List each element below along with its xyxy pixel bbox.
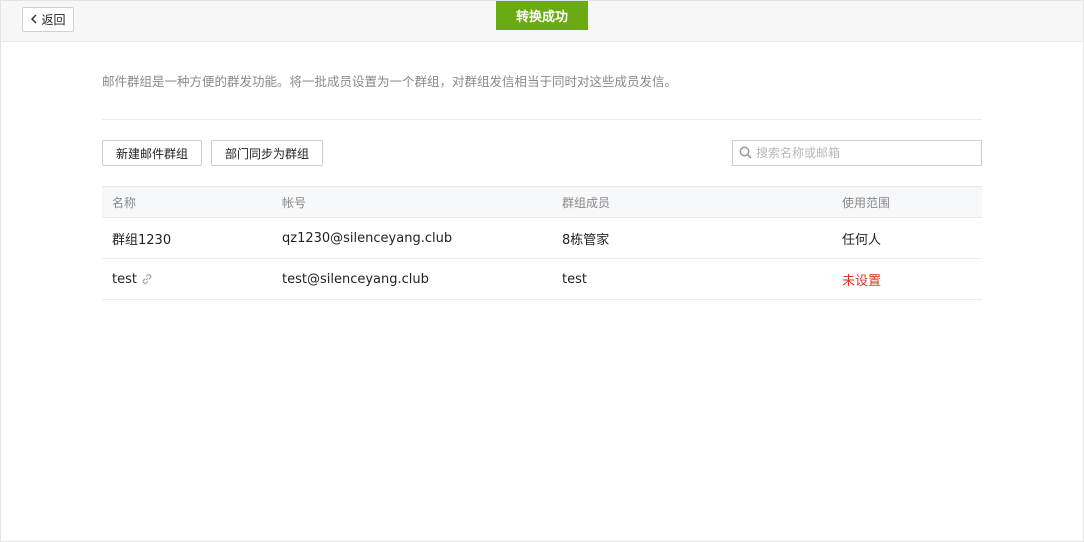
table-row[interactable]: test test@silenceyang.club test 未设置 xyxy=(102,259,982,300)
table-row[interactable]: 群组1230 qz1230@silenceyang.club 8栋管家 任何人 xyxy=(102,218,982,259)
group-name: 群组1230 xyxy=(112,232,172,248)
success-toast: 转换成功 xyxy=(496,1,588,30)
table-header: 名称 帐号 群组成员 使用范围 xyxy=(102,186,982,218)
chevron-left-icon xyxy=(30,13,38,26)
new-group-button[interactable]: 新建邮件群组 xyxy=(102,140,202,166)
search-box xyxy=(732,140,982,166)
group-scope: 未设置 xyxy=(842,273,882,289)
back-button[interactable]: 返回 xyxy=(22,7,74,32)
link-icon xyxy=(141,273,153,285)
intro-text: 邮件群组是一种方便的群发功能。将一批成员设置为一个群组，对群组发信相当于同时对这… xyxy=(102,74,678,89)
group-name: test xyxy=(112,271,137,287)
group-members: test xyxy=(562,271,587,287)
column-header-account: 帐号 xyxy=(282,195,307,210)
group-name-cell: test xyxy=(112,259,153,299)
top-bar: 返回 转换成功 xyxy=(1,1,1083,42)
back-label: 返回 xyxy=(41,13,66,27)
sync-department-button[interactable]: 部门同步为群组 xyxy=(211,140,323,166)
group-account: qz1230@silenceyang.club xyxy=(282,230,453,246)
group-members: 8栋管家 xyxy=(562,232,610,248)
group-account: test@silenceyang.club xyxy=(282,271,429,287)
page-frame: 返回 转换成功 邮件群组是一种方便的群发功能。将一批成员设置为一个群组，对群组发… xyxy=(0,0,1084,542)
column-header-name: 名称 xyxy=(112,195,137,210)
divider xyxy=(102,119,982,120)
search-input[interactable] xyxy=(756,146,966,160)
column-header-members: 群组成员 xyxy=(562,195,611,210)
search-icon xyxy=(733,144,756,163)
column-header-scope: 使用范围 xyxy=(842,195,891,210)
group-scope: 任何人 xyxy=(842,232,882,248)
group-table: 名称 帐号 群组成员 使用范围 群组1230 qz1230@silenceyan… xyxy=(102,186,982,300)
